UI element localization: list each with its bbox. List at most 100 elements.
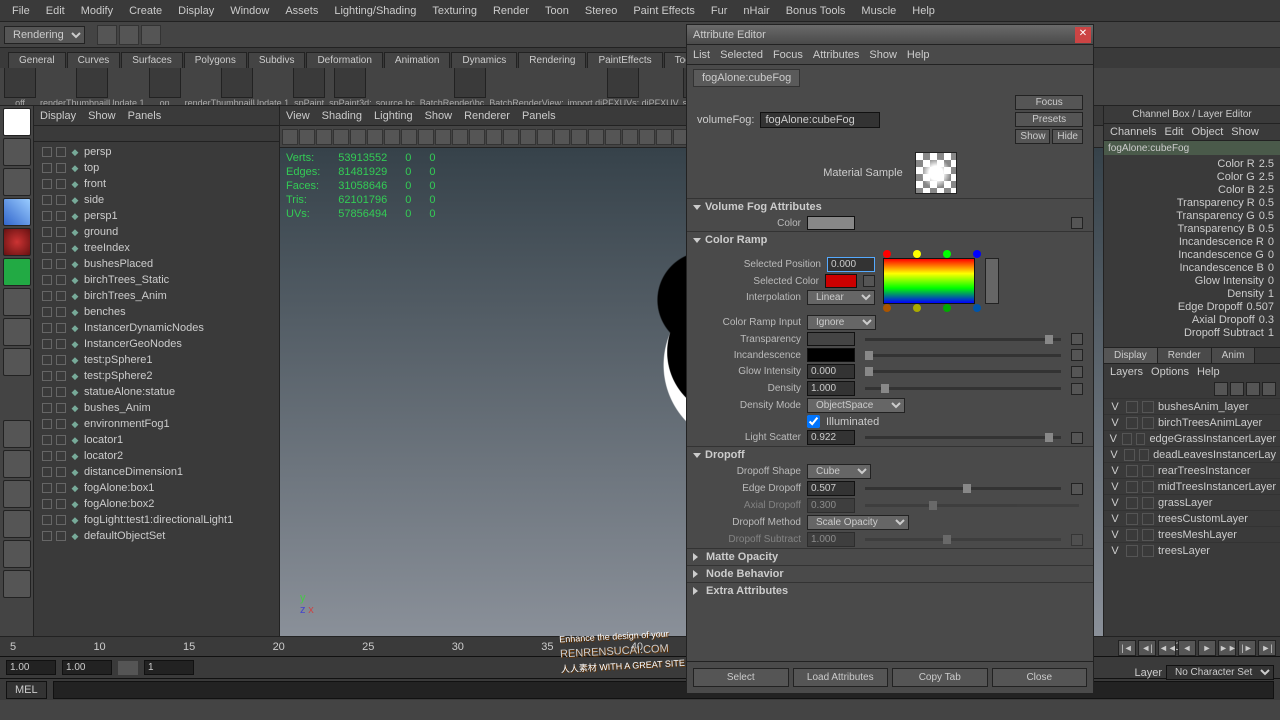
display-layer-item[interactable]: VdeadLeavesInstancerLay [1104, 446, 1280, 462]
ramp-arrow-icon[interactable] [985, 258, 999, 304]
channel-attrs-list[interactable]: Color R2.5Color G2.5Color B2.5Transparen… [1104, 155, 1280, 341]
layer-tab-display[interactable]: Display [1104, 348, 1158, 363]
viewport-menu-shading[interactable]: Shading [322, 110, 362, 122]
close-icon[interactable]: ✕ [1075, 27, 1091, 43]
select-tool[interactable] [3, 108, 31, 136]
outliner-item[interactable]: ◆persp1 [34, 208, 279, 224]
edge-dropoff-field[interactable] [807, 481, 855, 496]
viewport-tool-icon[interactable] [537, 129, 553, 145]
go-to-end-icon[interactable]: ►| [1258, 640, 1276, 656]
transparency-swatch[interactable] [807, 332, 855, 346]
viewport-menu-renderer[interactable]: Renderer [464, 110, 510, 122]
color-swatch[interactable] [807, 216, 855, 230]
layer-menu-layers[interactable]: Layers [1110, 366, 1143, 378]
density-slider[interactable] [865, 387, 1061, 390]
menu-file[interactable]: File [4, 5, 38, 17]
viewport-tool-icon[interactable] [316, 129, 332, 145]
shelf-button[interactable]: renderThumbnailUpdate 1 [40, 68, 145, 106]
layer-menu-options[interactable]: Options [1151, 366, 1189, 378]
channel-menu-object[interactable]: Object [1191, 126, 1223, 138]
hypershade-icon[interactable] [3, 540, 31, 568]
menu-stereo[interactable]: Stereo [577, 5, 625, 17]
map-button-icon[interactable] [1071, 432, 1083, 444]
outliner-menu-display[interactable]: Display [40, 110, 76, 122]
menu-texturing[interactable]: Texturing [424, 5, 485, 17]
channel-menu-edit[interactable]: Edit [1164, 126, 1183, 138]
module-select[interactable]: Rendering [4, 26, 85, 44]
layer-tabs[interactable]: DisplayRenderAnim [1104, 348, 1280, 364]
outliner-item[interactable]: ◆ground [34, 224, 279, 240]
channel-attr[interactable]: Color R2.5 [1104, 157, 1280, 170]
section-extra-attributes[interactable]: Extra Attributes [687, 583, 1093, 599]
transparency-slider[interactable] [865, 338, 1061, 341]
channel-attr[interactable]: Incandescence B0 [1104, 261, 1280, 274]
layer-tab-render[interactable]: Render [1158, 348, 1212, 363]
attr-menu-show[interactable]: Show [869, 49, 897, 61]
shelf-button[interactable]: on [149, 68, 181, 106]
shelf-tab-general[interactable]: General [8, 52, 66, 68]
viewport-tool-icon[interactable] [367, 129, 383, 145]
last-tool[interactable] [3, 348, 31, 376]
glow-intensity-slider[interactable] [865, 370, 1061, 373]
viewport-tool-icon[interactable] [282, 129, 298, 145]
color-ramp-input-select[interactable]: Ignore [807, 315, 876, 330]
viewport-tool-icon[interactable] [418, 129, 434, 145]
command-mode-label[interactable]: MEL [6, 681, 47, 699]
menu-render[interactable]: Render [485, 5, 537, 17]
outliner-item[interactable]: ◆statueAlone:statue [34, 384, 279, 400]
shelf-button[interactable]: renderThumbnailUpdate 1 [185, 68, 290, 106]
attr-menu-focus[interactable]: Focus [773, 49, 803, 61]
step-back-icon[interactable]: ◄◄ [1158, 640, 1176, 656]
channel-attr[interactable]: Color G2.5 [1104, 170, 1280, 183]
display-layer-item[interactable]: VedgeGrassInstancerLayer [1104, 430, 1280, 446]
channel-attr[interactable]: Edge Dropoff0.507 [1104, 300, 1280, 313]
menu-window[interactable]: Window [222, 5, 277, 17]
rotate-tool[interactable] [3, 228, 31, 256]
map-button-icon[interactable] [1071, 333, 1083, 345]
interpolation-select[interactable]: Linear [807, 290, 875, 305]
script-editor-icon[interactable] [3, 570, 31, 598]
step-back-key-icon[interactable]: ◄| [1138, 640, 1156, 656]
select-button[interactable]: Select [693, 668, 789, 687]
viewport-tool-icon[interactable] [656, 129, 672, 145]
channel-menu-channels[interactable]: Channels [1110, 126, 1156, 138]
outliner-list[interactable]: ◆persp◆top◆front◆side◆persp1◆ground◆tree… [34, 142, 279, 636]
menu-nhair[interactable]: nHair [735, 5, 777, 17]
new-layer-icon[interactable] [1246, 382, 1260, 396]
viewport-menu-panels[interactable]: Panels [522, 110, 556, 122]
layer-move-up-icon[interactable] [1214, 382, 1228, 396]
illuminated-checkbox[interactable] [807, 415, 820, 428]
new-scene-icon[interactable] [97, 25, 117, 45]
shelf-tab-dynamics[interactable]: Dynamics [451, 52, 517, 68]
save-scene-icon[interactable] [141, 25, 161, 45]
display-layer-item[interactable]: VtreesLayer [1104, 542, 1280, 558]
single-pane-icon[interactable] [3, 420, 31, 448]
display-layer-item[interactable]: VgrassLayer [1104, 494, 1280, 510]
outliner-item[interactable]: ◆InstancerGeoNodes [34, 336, 279, 352]
outliner-item[interactable]: ◆front [34, 176, 279, 192]
outliner-item[interactable]: ◆side [34, 192, 279, 208]
step-forward-icon[interactable]: ►► [1218, 640, 1236, 656]
attr-menu-help[interactable]: Help [907, 49, 930, 61]
menu-muscle[interactable]: Muscle [853, 5, 904, 17]
channel-attr[interactable]: Transparency B0.5 [1104, 222, 1280, 235]
outliner-item[interactable]: ◆benches [34, 304, 279, 320]
density-field[interactable] [807, 381, 855, 396]
viewport-tool-icon[interactable] [571, 129, 587, 145]
attr-menu-attributes[interactable]: Attributes [813, 49, 859, 61]
outliner-item[interactable]: ◆defaultObjectSet [34, 528, 279, 544]
viewport-tool-icon[interactable] [299, 129, 315, 145]
section-volume-fog-attributes[interactable]: Volume Fog Attributes [687, 199, 1093, 215]
viewport-tool-icon[interactable] [503, 129, 519, 145]
outliner-item[interactable]: ◆fogAlone:box2 [34, 496, 279, 512]
four-pane-icon[interactable] [3, 450, 31, 478]
attr-menu-selected[interactable]: Selected [720, 49, 763, 61]
outliner-persp-icon[interactable] [3, 510, 31, 538]
outliner-item[interactable]: ◆environmentFog1 [34, 416, 279, 432]
outliner-item[interactable]: ◆fogLight:test1:directionalLight1 [34, 512, 279, 528]
viewport-tool-icon[interactable] [554, 129, 570, 145]
selected-color-swatch[interactable] [825, 274, 857, 288]
outliner-item[interactable]: ◆InstancerDynamicNodes [34, 320, 279, 336]
channel-attr[interactable]: Axial Dropoff0.3 [1104, 313, 1280, 326]
close-button[interactable]: Close [992, 668, 1088, 687]
